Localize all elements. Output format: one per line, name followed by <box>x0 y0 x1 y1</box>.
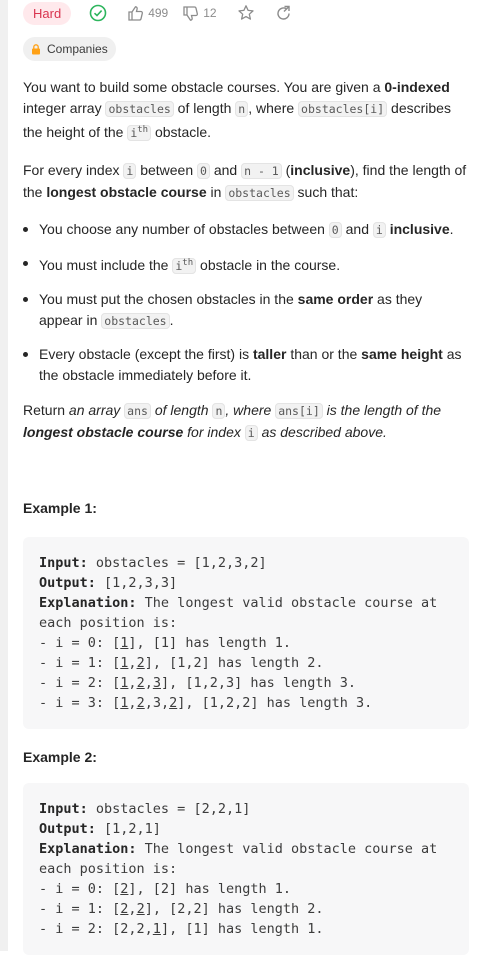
like-button[interactable]: 499 <box>127 5 168 22</box>
favorite-button[interactable] <box>237 4 255 22</box>
list-item: Every obstacle (except the first) is tal… <box>23 344 469 386</box>
paragraph-return: Return an array ans of length n, where a… <box>23 401 442 441</box>
explanation-line: - i = 3: [1,2,3,2], [1,2,2] has length 3… <box>39 694 373 711</box>
explanation-line: - i = 2: [2,2,1], [1] has length 1. <box>39 920 324 937</box>
explanation-line: - i = 0: [1], [1] has length 1. <box>39 634 291 651</box>
explanation-line: - i = 1: [1,2], [1,2] has length 2. <box>39 654 324 671</box>
explanation-line: - i = 0: [2], [2] has length 1. <box>39 880 291 897</box>
companies-tag[interactable]: Companies <box>23 37 116 61</box>
list-item: You must include the ith obstacle in the… <box>23 253 469 277</box>
problem-toolbar: Hard 499 12 <box>23 0 292 26</box>
dislike-button[interactable]: 12 <box>182 5 217 22</box>
list-item: You choose any number of obstacles betwe… <box>23 219 469 241</box>
lock-icon <box>32 43 40 54</box>
solved-check-icon <box>89 4 107 22</box>
paragraph-task: For every index i between 0 and n - 1 (i… <box>23 161 467 201</box>
left-panel-edge <box>0 0 8 951</box>
explanation-line: - i = 1: [2,2], [2,2] has length 2. <box>39 900 324 917</box>
example-1-box: Input: obstacles = [1,2,3,2] Output: [1,… <box>23 536 469 729</box>
share-icon <box>276 5 290 20</box>
example-2-title: Example 2: <box>23 748 97 765</box>
thumbs-up-icon <box>128 5 144 21</box>
problem-description: You want to build some obstacle courses.… <box>23 77 469 955</box>
companies-label: Companies <box>47 42 108 56</box>
paragraph-intro: You want to build some obstacle courses.… <box>23 79 451 141</box>
list-item: You must put the chosen obstacles in the… <box>23 289 469 332</box>
thumbs-down-icon <box>183 5 199 21</box>
example-1-title: Example 1: <box>23 499 97 516</box>
difficulty-badge: Hard <box>23 1 72 25</box>
like-count: 499 <box>148 6 169 20</box>
constraint-list: You choose any number of obstacles betwe… <box>23 219 469 386</box>
example-2-box: Input: obstacles = [2,2,1] Output: [1,2,… <box>23 782 469 955</box>
share-button[interactable] <box>275 5 292 22</box>
explanation-line: - i = 2: [1,2,3], [1,2,3] has length 3. <box>39 674 357 691</box>
star-icon <box>237 5 254 20</box>
dislike-count: 12 <box>203 6 217 20</box>
